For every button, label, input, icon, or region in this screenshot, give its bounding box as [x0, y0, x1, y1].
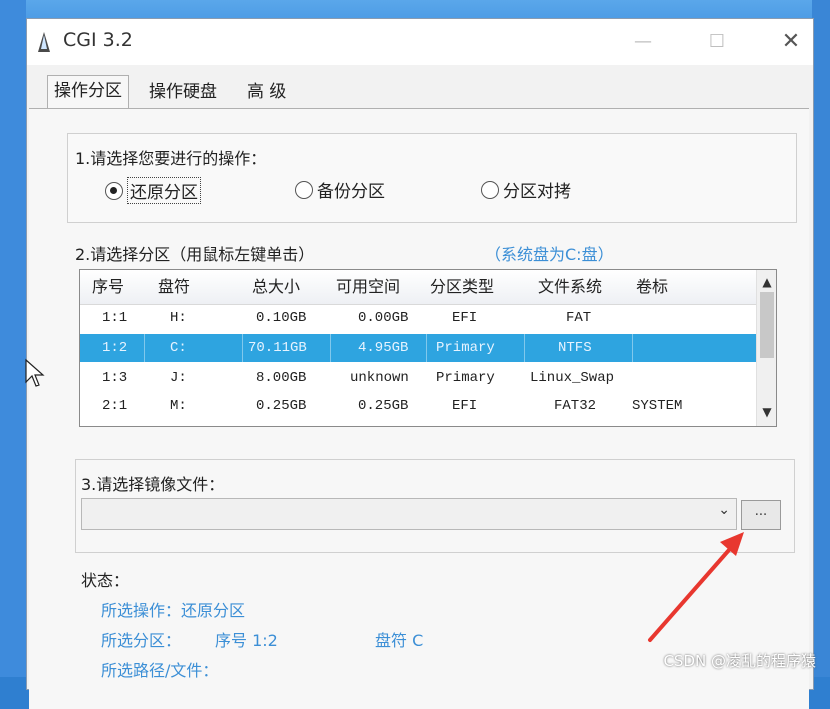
operation-label: 1.请选择您要进行的操作：: [75, 149, 267, 168]
table-cell: Primary: [436, 370, 495, 386]
status-partition-label: 所选分区：: [101, 631, 182, 650]
close-button[interactable]: ✕: [771, 27, 811, 57]
tab-advanced[interactable]: 高 级: [241, 77, 292, 107]
table-cell: 1:1: [102, 310, 128, 326]
desktop-background-left: [0, 0, 26, 677]
status-path: 所选路径/文件：: [101, 661, 219, 680]
table-cell: 70.11GB: [248, 340, 307, 356]
column-header[interactable]: 文件系统: [538, 270, 602, 304]
table-row[interactable]: 2:1 M: 0.25GB 0.25GB EFI FAT32 SYSTEM: [80, 392, 756, 420]
radio-label: 分区对拷: [503, 182, 571, 202]
partition-table: 序号 盘符 总大小 可用空间 分区类型 文件系统 卷标 1:1 H: 0.10G…: [79, 269, 777, 427]
table-cell: SYSTEM: [632, 398, 683, 414]
radio-unchecked-icon: [295, 180, 313, 199]
image-file-combobox[interactable]: ⌄: [81, 498, 737, 530]
minimize-button[interactable]: —: [623, 27, 663, 57]
table-cell: 0.25GB: [256, 398, 307, 414]
watermark: CSDN @凌乱的程序猿: [663, 652, 816, 670]
table-cell: 0.10GB: [256, 310, 307, 326]
annotation-arrow-icon: [648, 532, 744, 642]
window-title: CGI 3.2: [63, 29, 133, 51]
column-header[interactable]: 分区类型: [430, 270, 494, 304]
table-cell: Linux_Swap: [530, 370, 615, 386]
column-header[interactable]: 可用空间: [336, 270, 400, 304]
table-cell: 0.00GB: [358, 310, 409, 326]
tab-operate-disk[interactable]: 操作硬盘: [143, 77, 223, 107]
radio-unchecked-icon: [481, 180, 499, 199]
scroll-up-icon[interactable]: ▲: [757, 272, 776, 292]
table-header: 序号 盘符 总大小 可用空间 分区类型 文件系统 卷标: [80, 270, 756, 305]
table-cell: 8.00GB: [256, 370, 307, 386]
radio-label: 备份分区: [317, 182, 385, 202]
chevron-down-icon[interactable]: ⌄: [718, 502, 730, 518]
mouse-cursor-icon: [25, 358, 45, 387]
column-header[interactable]: 总大小: [252, 270, 300, 304]
app-icon: [38, 32, 50, 52]
table-cell: Primary: [436, 340, 495, 356]
status-partition-seq: 序号 1:2: [215, 631, 278, 650]
title-bar: CGI 3.2 — ☐ ✕: [27, 19, 813, 65]
column-header[interactable]: 盘符: [158, 270, 190, 304]
radio-label: 还原分区: [127, 177, 201, 204]
table-cell: C:: [170, 340, 187, 356]
column-header[interactable]: 卷标: [636, 270, 668, 304]
status-label: 状态：: [81, 571, 130, 590]
table-scrollbar[interactable]: ▲ ▼: [756, 270, 776, 426]
table-cell: J:: [170, 370, 187, 386]
table-cell: FAT: [566, 310, 592, 326]
status-operation: 所选操作：还原分区: [101, 601, 246, 620]
table-cell: 1:3: [102, 370, 128, 386]
table-row-selected[interactable]: 1:2 C: 70.11GB 4.95GB Primary NTFS: [80, 334, 756, 362]
status-partition-drive: 盘符 C: [375, 631, 424, 650]
system-disk-hint: （系统盘为C:盘）: [485, 245, 614, 264]
table-cell: 0.25GB: [358, 398, 409, 414]
table-cell: EFI: [452, 398, 478, 414]
table-cell: M:: [170, 398, 187, 414]
table-cell: 2:1: [102, 398, 128, 414]
image-file-label: 3.请选择镜像文件：: [81, 475, 225, 494]
table-cell: EFI: [452, 310, 478, 326]
scroll-thumb[interactable]: [760, 292, 774, 358]
column-header[interactable]: 序号: [92, 270, 124, 304]
maximize-button[interactable]: ☐: [697, 27, 737, 57]
radio-checked-icon: [105, 181, 123, 200]
radio-restore-partition[interactable]: 还原分区: [105, 177, 201, 204]
scroll-down-icon[interactable]: ▼: [757, 402, 776, 422]
table-cell: NTFS: [558, 340, 592, 356]
tab-operate-partition[interactable]: 操作分区: [47, 75, 129, 110]
table-row[interactable]: 1:1 H: 0.10GB 0.00GB EFI FAT: [80, 304, 756, 332]
table-cell: H:: [170, 310, 187, 326]
partition-label: 2.请选择分区（用鼠标左键单击）: [75, 245, 315, 264]
desktop-background-right: [812, 0, 830, 677]
tab-bar: 操作分区 操作硬盘 高 级: [27, 75, 813, 110]
table-cell: FAT32: [554, 398, 597, 414]
table-cell: 1:2: [102, 340, 128, 356]
table-row[interactable]: 1:3 J: 8.00GB unknown Primary Linux_Swap: [80, 364, 756, 392]
radio-backup-partition[interactable]: 备份分区: [295, 177, 385, 202]
table-cell: 4.95GB: [358, 340, 409, 356]
table-cell: unknown: [350, 370, 409, 386]
radio-clone-partition[interactable]: 分区对拷: [481, 177, 571, 202]
